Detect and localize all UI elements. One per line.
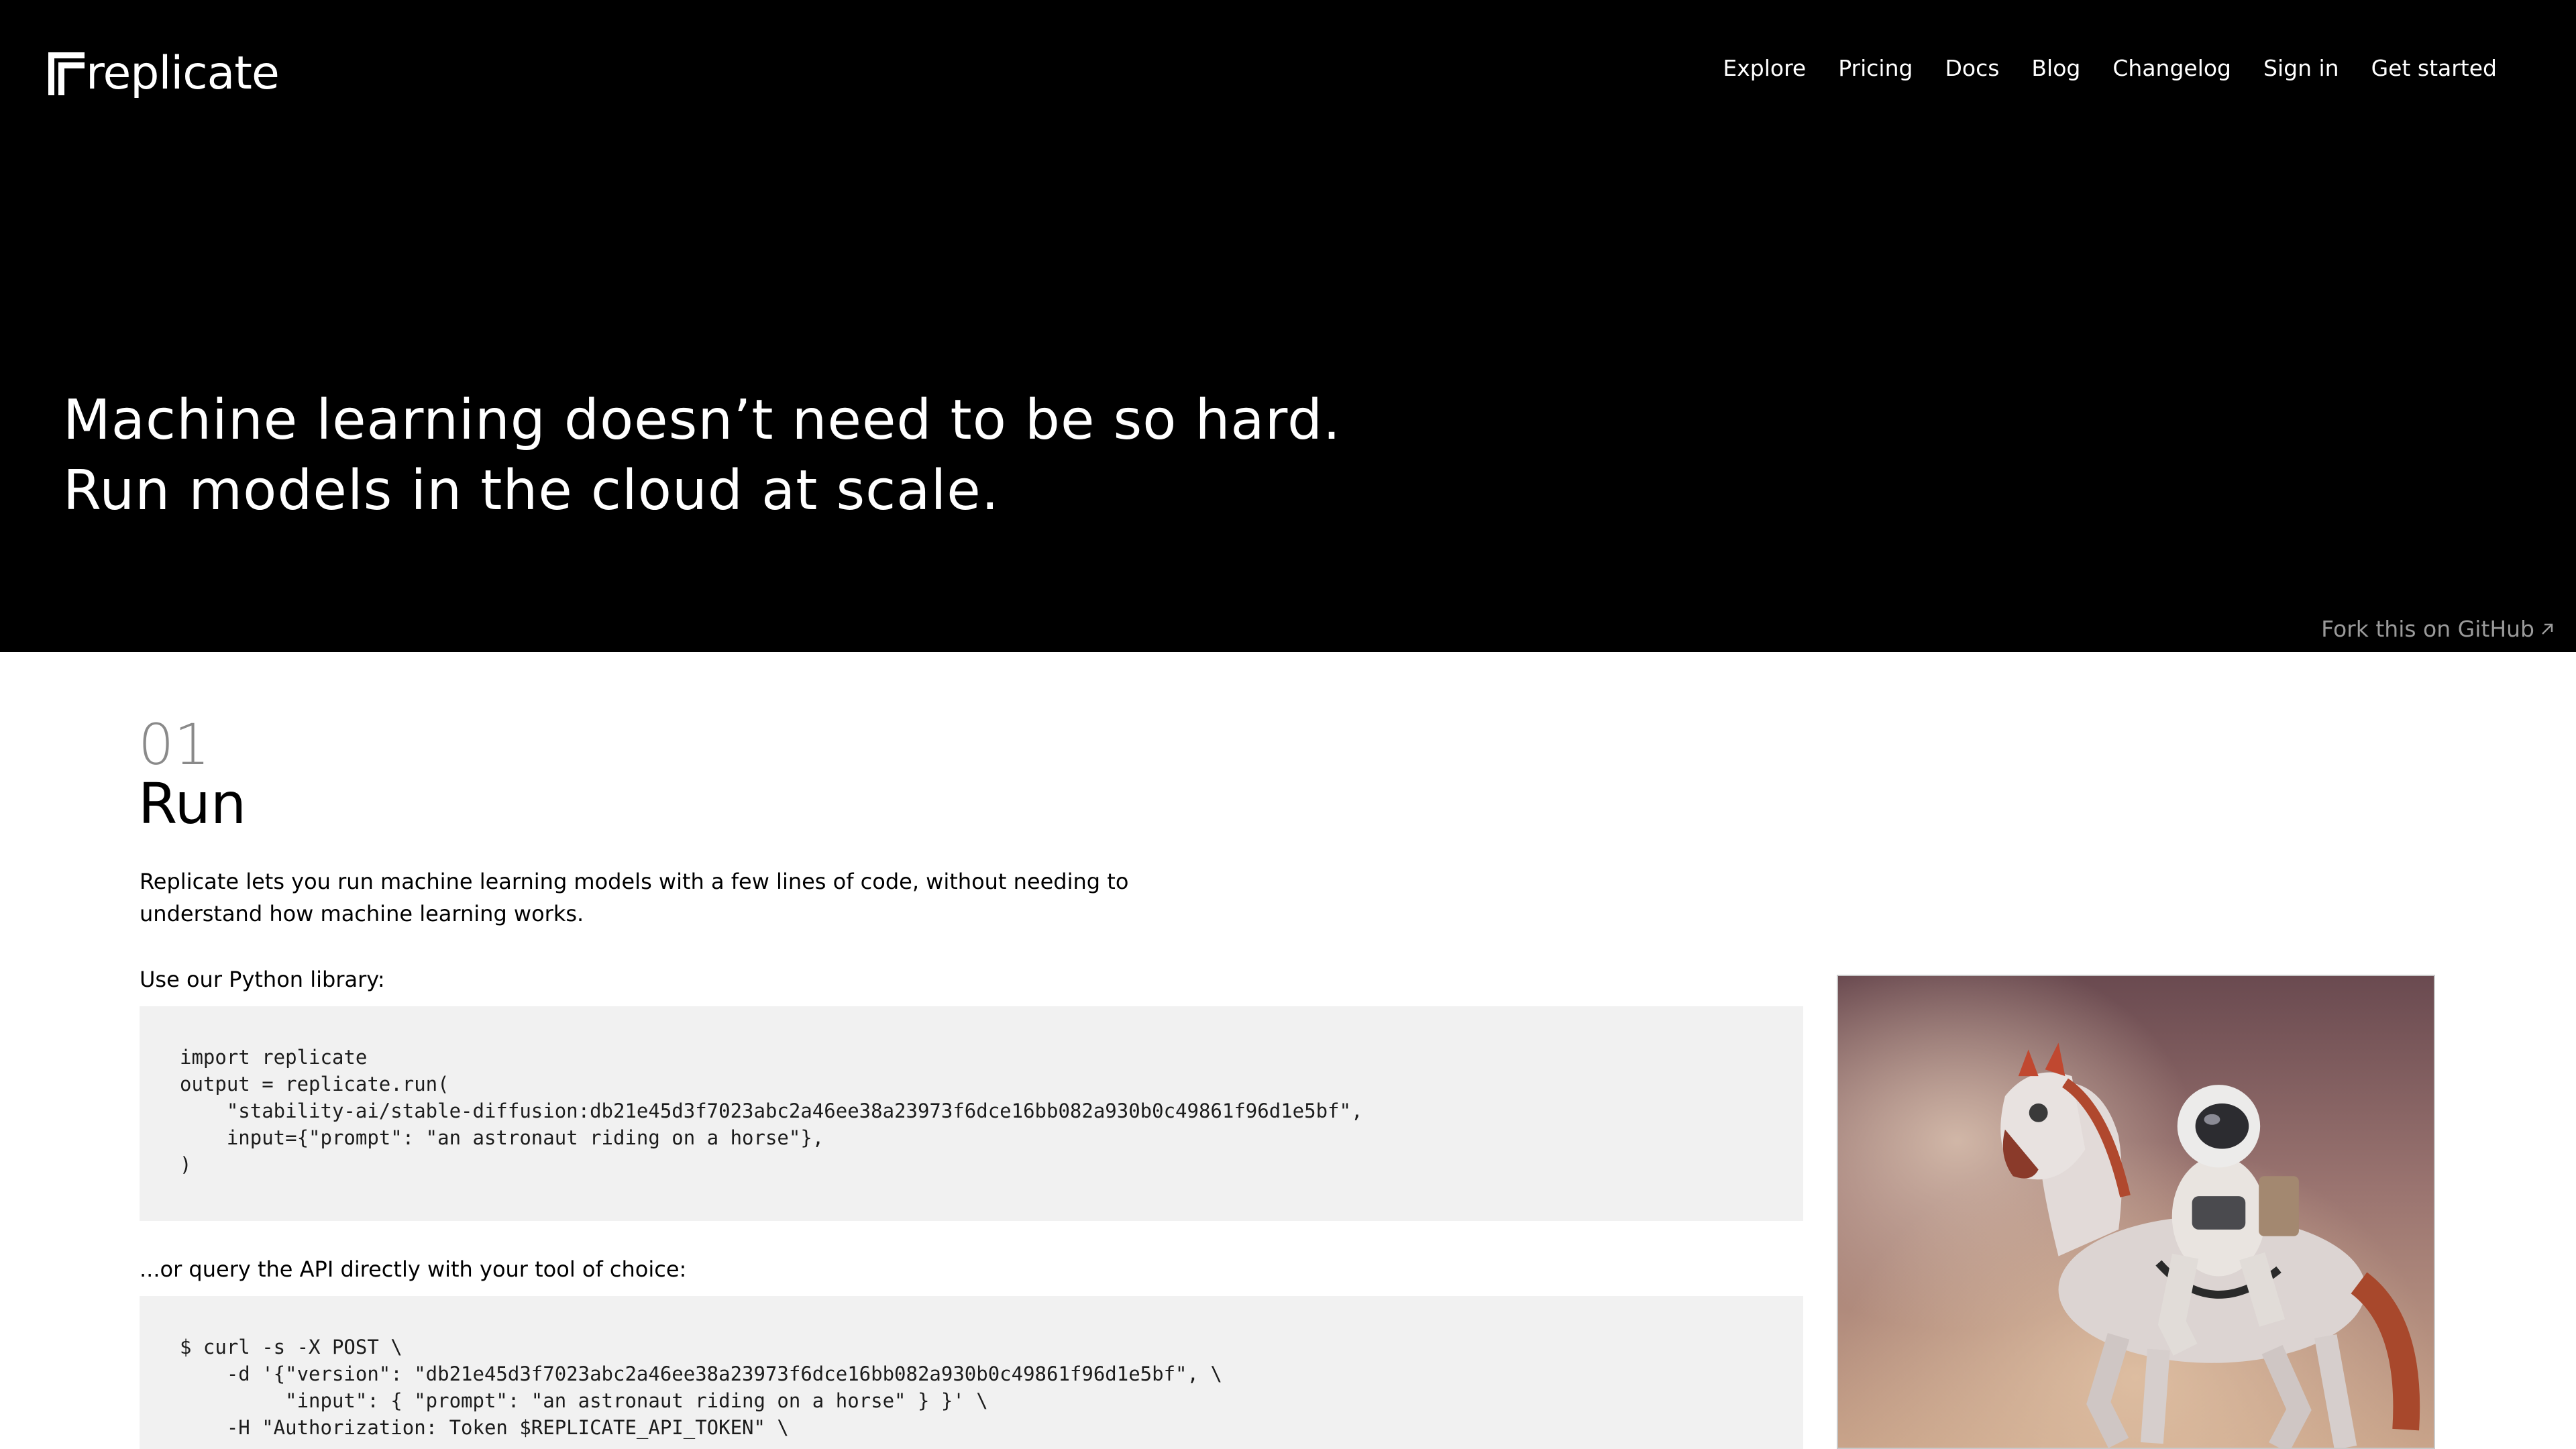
logo-text: replicate <box>86 47 280 100</box>
python-code-block[interactable]: import replicate output = replicate.run(… <box>140 1006 1803 1221</box>
top-nav: Explore Pricing Docs Blog Changelog Sign… <box>1723 51 2497 86</box>
logo[interactable]: replicate <box>48 47 280 101</box>
fork-on-github-link[interactable]: Fork this on GitHub <box>2321 616 2556 642</box>
headline-line-1: Machine learning doesn’t need to be so h… <box>63 388 1342 452</box>
nav-blog[interactable]: Blog <box>2031 51 2080 86</box>
curl-code-block[interactable]: $ curl -s -X POST \ -d '{"version": "db2… <box>140 1296 1803 1449</box>
nav-sign-in[interactable]: Sign in <box>2263 51 2339 86</box>
nav-pricing[interactable]: Pricing <box>1838 51 1913 86</box>
nav-get-started[interactable]: Get started <box>2371 51 2497 86</box>
example-output-image <box>1837 975 2435 1449</box>
fork-label: Fork this on GitHub <box>2321 616 2534 642</box>
headline-line-2: Run models in the cloud at scale. <box>63 459 1000 523</box>
nav-explore[interactable]: Explore <box>1723 51 1806 86</box>
external-arrow-icon <box>2542 623 2553 635</box>
section-intro: Replicate lets you run machine learning … <box>140 869 1129 926</box>
astronaut-horse-illustration <box>1838 976 2434 1448</box>
replicate-logo-icon <box>48 52 85 95</box>
nav-docs[interactable]: Docs <box>1945 51 1999 86</box>
hero-headline: Machine learning doesn’t need to be so h… <box>63 385 1341 526</box>
hero-section: replicate Explore Pricing Docs Blog Chan… <box>0 0 2576 652</box>
section-number: 01 <box>138 712 210 777</box>
api-label: ...or query the API directly with your t… <box>140 1256 687 1282</box>
section-title: Run <box>138 771 247 837</box>
nav-changelog[interactable]: Changelog <box>2112 51 2231 86</box>
python-library-label: Use our Python library: <box>140 967 385 992</box>
